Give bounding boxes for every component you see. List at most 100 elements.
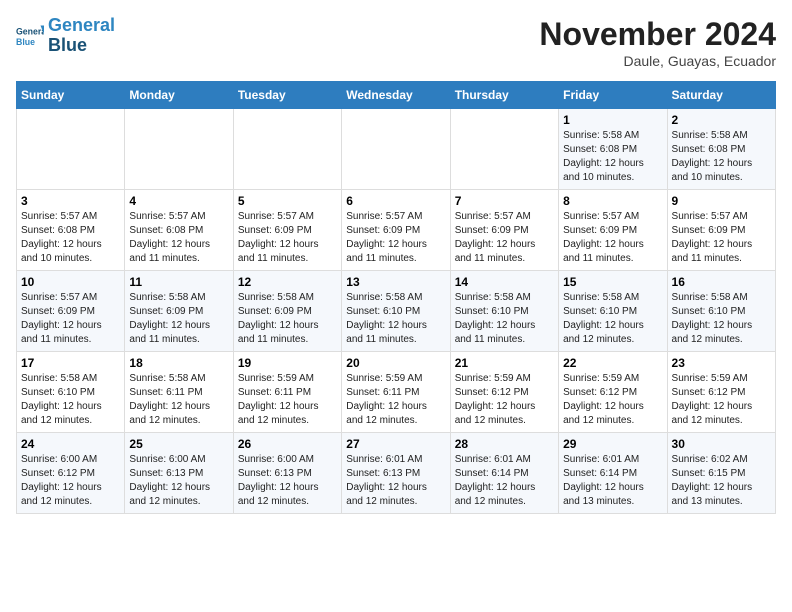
calendar-cell: 26 Sunrise: 6:00 AM Sunset: 6:13 PM Dayli… xyxy=(233,433,341,514)
calendar-cell: 28Sunrise: 6:01 AM Sunset: 6:14 PM Dayli… xyxy=(450,433,558,514)
day-number: 11 xyxy=(129,275,228,289)
day-number: 12 xyxy=(238,275,337,289)
calendar-cell: 21 Sunrise: 5:59 AM Sunset: 6:12 PM Dayli… xyxy=(450,352,558,433)
calendar-cell xyxy=(342,109,450,190)
calendar-cell xyxy=(17,109,125,190)
logo: General Blue GeneralBlue xyxy=(16,16,115,56)
day-info: Sunrise: 6:01 AM Sunset: 6:13 PM Dayligh… xyxy=(346,453,445,509)
day-info: Sunrise: 5:59 AM Sunset: 6:12 PM Dayligh… xyxy=(563,372,662,428)
day-number: 21 xyxy=(455,356,554,370)
day-number: 8 xyxy=(563,194,662,208)
day-number: 23 xyxy=(672,356,771,370)
day-number: 17 xyxy=(21,356,120,370)
day-number: 7 xyxy=(455,194,554,208)
calendar-cell: 2 Sunrise: 5:58 AM Sunset: 6:08 PM Daylig… xyxy=(667,109,775,190)
month-title: November 2024 xyxy=(539,16,776,53)
calendar-cell: 20 Sunrise: 5:59 AM Sunset: 6:11 PM Dayli… xyxy=(342,352,450,433)
weekday-header-row: SundayMondayTuesdayWednesdayThursdayFrid… xyxy=(17,82,776,109)
calendar-cell: 24Sunrise: 6:00 AM Sunset: 6:12 PM Dayli… xyxy=(17,433,125,514)
weekday-header-friday: Friday xyxy=(559,82,667,109)
calendar-cell: 13 Sunrise: 5:58 AM Sunset: 6:10 PM Dayli… xyxy=(342,271,450,352)
calendar-cell: 15 Sunrise: 5:58 AM Sunset: 6:10 PM Dayli… xyxy=(559,271,667,352)
svg-text:General: General xyxy=(16,26,44,36)
day-info: Sunrise: 5:58 AM Sunset: 6:09 PM Dayligh… xyxy=(238,291,337,347)
day-number: 24 xyxy=(21,437,120,451)
calendar-table: SundayMondayTuesdayWednesdayThursdayFrid… xyxy=(16,81,776,514)
day-number: 19 xyxy=(238,356,337,370)
day-info: Sunrise: 5:57 AM Sunset: 6:08 PM Dayligh… xyxy=(21,210,120,266)
calendar-cell: 23 Sunrise: 5:59 AM Sunset: 6:12 PM Dayli… xyxy=(667,352,775,433)
calendar-cell: 3Sunrise: 5:57 AM Sunset: 6:08 PM Daylig… xyxy=(17,190,125,271)
day-number: 25 xyxy=(129,437,228,451)
calendar-cell: 9 Sunrise: 5:57 AM Sunset: 6:09 PM Daylig… xyxy=(667,190,775,271)
day-info: Sunrise: 5:57 AM Sunset: 6:08 PM Dayligh… xyxy=(129,210,228,266)
day-info: Sunrise: 6:01 AM Sunset: 6:14 PM Dayligh… xyxy=(563,453,662,509)
day-number: 5 xyxy=(238,194,337,208)
day-number: 4 xyxy=(129,194,228,208)
day-number: 20 xyxy=(346,356,445,370)
day-number: 18 xyxy=(129,356,228,370)
day-info: Sunrise: 6:01 AM Sunset: 6:14 PM Dayligh… xyxy=(455,453,554,509)
day-number: 29 xyxy=(563,437,662,451)
day-number: 10 xyxy=(21,275,120,289)
day-number: 2 xyxy=(672,113,771,127)
calendar-week-row: 1Sunrise: 5:58 AM Sunset: 6:08 PM Daylig… xyxy=(17,109,776,190)
day-info: Sunrise: 5:59 AM Sunset: 6:11 PM Dayligh… xyxy=(238,372,337,428)
day-number: 9 xyxy=(672,194,771,208)
day-info: Sunrise: 5:58 AM Sunset: 6:10 PM Dayligh… xyxy=(672,291,771,347)
calendar-cell xyxy=(233,109,341,190)
day-info: Sunrise: 5:58 AM Sunset: 6:08 PM Dayligh… xyxy=(563,129,662,185)
day-info: Sunrise: 5:58 AM Sunset: 6:11 PM Dayligh… xyxy=(129,372,228,428)
calendar-cell: 18 Sunrise: 5:58 AM Sunset: 6:11 PM Dayli… xyxy=(125,352,233,433)
calendar-cell: 25 Sunrise: 6:00 AM Sunset: 6:13 PM Dayli… xyxy=(125,433,233,514)
svg-text:Blue: Blue xyxy=(16,37,35,47)
calendar-cell: 7 Sunrise: 5:57 AM Sunset: 6:09 PM Daylig… xyxy=(450,190,558,271)
day-info: Sunrise: 6:02 AM Sunset: 6:15 PM Dayligh… xyxy=(672,453,771,509)
calendar-cell: 14Sunrise: 5:58 AM Sunset: 6:10 PM Dayli… xyxy=(450,271,558,352)
calendar-body: 1Sunrise: 5:58 AM Sunset: 6:08 PM Daylig… xyxy=(17,109,776,514)
location-subtitle: Daule, Guayas, Ecuador xyxy=(539,53,776,69)
calendar-header: SundayMondayTuesdayWednesdayThursdayFrid… xyxy=(17,82,776,109)
day-number: 16 xyxy=(672,275,771,289)
title-area: November 2024 Daule, Guayas, Ecuador xyxy=(539,16,776,69)
day-info: Sunrise: 5:57 AM Sunset: 6:09 PM Dayligh… xyxy=(21,291,120,347)
calendar-cell: 27 Sunrise: 6:01 AM Sunset: 6:13 PM Dayli… xyxy=(342,433,450,514)
day-info: Sunrise: 5:57 AM Sunset: 6:09 PM Dayligh… xyxy=(672,210,771,266)
day-info: Sunrise: 5:58 AM Sunset: 6:10 PM Dayligh… xyxy=(563,291,662,347)
day-number: 22 xyxy=(563,356,662,370)
weekday-header-monday: Monday xyxy=(125,82,233,109)
weekday-header-tuesday: Tuesday xyxy=(233,82,341,109)
calendar-cell: 19 Sunrise: 5:59 AM Sunset: 6:11 PM Dayli… xyxy=(233,352,341,433)
day-info: Sunrise: 5:59 AM Sunset: 6:12 PM Dayligh… xyxy=(672,372,771,428)
day-number: 30 xyxy=(672,437,771,451)
weekday-header-wednesday: Wednesday xyxy=(342,82,450,109)
calendar-cell: 11 Sunrise: 5:58 AM Sunset: 6:09 PM Dayli… xyxy=(125,271,233,352)
weekday-header-sunday: Sunday xyxy=(17,82,125,109)
day-info: Sunrise: 5:59 AM Sunset: 6:11 PM Dayligh… xyxy=(346,372,445,428)
calendar-cell: 8Sunrise: 5:57 AM Sunset: 6:09 PM Daylig… xyxy=(559,190,667,271)
calendar-week-row: 10 Sunrise: 5:57 AM Sunset: 6:09 PM Dayli… xyxy=(17,271,776,352)
day-info: Sunrise: 5:59 AM Sunset: 6:12 PM Dayligh… xyxy=(455,372,554,428)
day-info: Sunrise: 5:57 AM Sunset: 6:09 PM Dayligh… xyxy=(455,210,554,266)
day-info: Sunrise: 6:00 AM Sunset: 6:13 PM Dayligh… xyxy=(129,453,228,509)
logo-text: GeneralBlue xyxy=(48,16,115,56)
weekday-header-saturday: Saturday xyxy=(667,82,775,109)
calendar-cell: 12 Sunrise: 5:58 AM Sunset: 6:09 PM Dayli… xyxy=(233,271,341,352)
day-number: 13 xyxy=(346,275,445,289)
logo-icon: General Blue xyxy=(16,22,44,50)
calendar-week-row: 17 Sunrise: 5:58 AM Sunset: 6:10 PM Dayli… xyxy=(17,352,776,433)
day-info: Sunrise: 5:58 AM Sunset: 6:10 PM Dayligh… xyxy=(346,291,445,347)
calendar-cell: 4 Sunrise: 5:57 AM Sunset: 6:08 PM Daylig… xyxy=(125,190,233,271)
calendar-cell xyxy=(450,109,558,190)
day-number: 14 xyxy=(455,275,554,289)
day-info: Sunrise: 5:58 AM Sunset: 6:10 PM Dayligh… xyxy=(21,372,120,428)
calendar-cell: 22 Sunrise: 5:59 AM Sunset: 6:12 PM Dayli… xyxy=(559,352,667,433)
day-number: 27 xyxy=(346,437,445,451)
calendar-week-row: 24Sunrise: 6:00 AM Sunset: 6:12 PM Dayli… xyxy=(17,433,776,514)
day-info: Sunrise: 6:00 AM Sunset: 6:13 PM Dayligh… xyxy=(238,453,337,509)
day-number: 15 xyxy=(563,275,662,289)
day-number: 26 xyxy=(238,437,337,451)
calendar-cell: 6Sunrise: 5:57 AM Sunset: 6:09 PM Daylig… xyxy=(342,190,450,271)
day-info: Sunrise: 5:58 AM Sunset: 6:09 PM Dayligh… xyxy=(129,291,228,347)
day-info: Sunrise: 5:58 AM Sunset: 6:08 PM Dayligh… xyxy=(672,129,771,185)
